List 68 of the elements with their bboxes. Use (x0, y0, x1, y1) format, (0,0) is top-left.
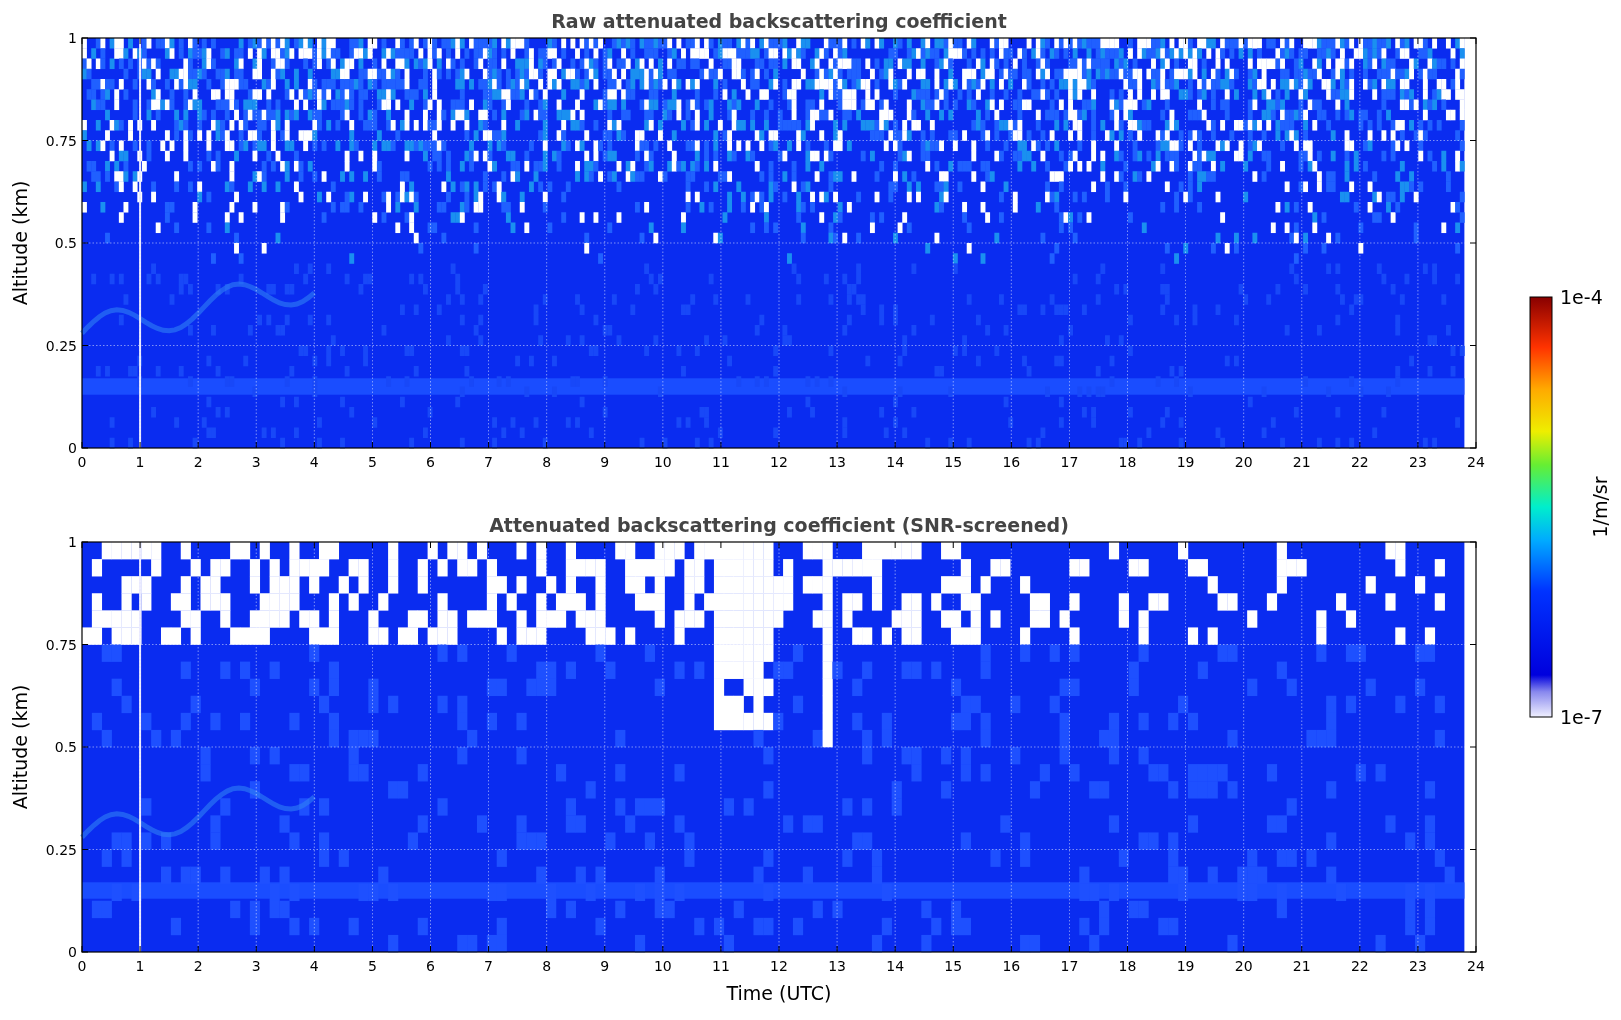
y-tick-label: 1 (68, 534, 77, 550)
x-tick-label: 5 (367, 958, 377, 974)
y-tick-label: 0 (68, 944, 77, 960)
x-tick-label: 2 (193, 958, 203, 974)
y-axis-label: Altitude (km) (9, 684, 31, 810)
x-tick-label: 1 (135, 454, 145, 470)
x-tick-label: 21 (1292, 958, 1311, 974)
x-tick-label: 4 (309, 958, 319, 974)
x-tick-label: 14 (886, 454, 905, 470)
x-tick-label: 20 (1234, 454, 1253, 470)
y-tick-label: 0.75 (45, 636, 77, 653)
x-tick-label: 4 (309, 454, 319, 470)
x-tick-label: 6 (426, 958, 435, 974)
y-tick-label: 0.5 (54, 235, 77, 251)
x-tick-label: 0 (77, 958, 87, 974)
y-tick-label: 0.25 (45, 337, 77, 354)
chart-title: Attenuated backscattering coefficient (SNR-screened) (489, 514, 1069, 536)
x-tick-label: 18 (1118, 958, 1137, 974)
x-tick-label: 11 (712, 454, 730, 470)
colorbar-label: 1e-7 (1560, 706, 1603, 728)
x-tick-label: 18 (1118, 454, 1137, 470)
x-tick-label: 17 (1060, 454, 1079, 470)
x-tick-label: 7 (484, 958, 494, 974)
x-tick-label: 8 (542, 958, 552, 974)
x-tick-label: 7 (484, 454, 494, 470)
y-tick-label: 0.25 (45, 841, 77, 858)
x-tick-label: 16 (1002, 958, 1021, 974)
x-tick-label: 21 (1292, 454, 1311, 470)
y-tick-label: 0 (68, 440, 77, 456)
y-tick-label: 0.75 (45, 132, 77, 149)
x-tick-label: 19 (1176, 958, 1195, 974)
x-tick-label: 17 (1060, 958, 1079, 974)
x-tick-label: 23 (1409, 958, 1427, 974)
x-tick-label: 0 (77, 454, 87, 470)
colorbar-label: 1e-4 (1560, 286, 1603, 308)
x-tick-label: 15 (944, 958, 963, 974)
x-tick-label: 9 (600, 454, 610, 470)
y-axis-label: Altitude (km) (9, 180, 31, 306)
y-tick-label: 0.5 (54, 739, 77, 755)
chart-title: Raw attenuated backscattering coefficient (551, 10, 1007, 32)
x-tick-label: 16 (1002, 454, 1021, 470)
x-tick-label: 14 (886, 958, 905, 974)
x-tick-label: 19 (1176, 454, 1195, 470)
x-tick-label: 2 (193, 454, 203, 470)
x-tick-label: 1 (135, 958, 145, 974)
x-tick-label: 22 (1350, 454, 1369, 470)
x-tick-label: 3 (251, 958, 261, 974)
x-tick-label: 22 (1350, 958, 1369, 974)
x-tick-label: 13 (828, 454, 846, 470)
x-tick-label: 13 (828, 958, 846, 974)
x-tick-label: 9 (600, 958, 610, 974)
x-tick-label: 12 (770, 958, 788, 974)
colorbar-unit-label: 1/m/sr (1589, 476, 1611, 538)
x-tick-label: 12 (770, 454, 788, 470)
x-tick-label: 20 (1234, 958, 1253, 974)
x-tick-label: 23 (1409, 454, 1427, 470)
x-tick-label: 15 (944, 454, 963, 470)
x-tick-label: 24 (1467, 454, 1485, 470)
x-tick-label: 11 (712, 958, 730, 974)
x-tick-label: 10 (653, 958, 672, 974)
x-tick-label: 10 (653, 454, 672, 470)
x-tick-label: 6 (426, 454, 435, 470)
x-tick-label: 3 (251, 454, 261, 470)
x-tick-label: 8 (542, 454, 552, 470)
x-axis-label: Time (UTC) (726, 982, 832, 1004)
y-tick-label: 1 (68, 30, 77, 46)
x-tick-label: 5 (367, 454, 377, 470)
x-tick-label: 24 (1467, 958, 1485, 974)
